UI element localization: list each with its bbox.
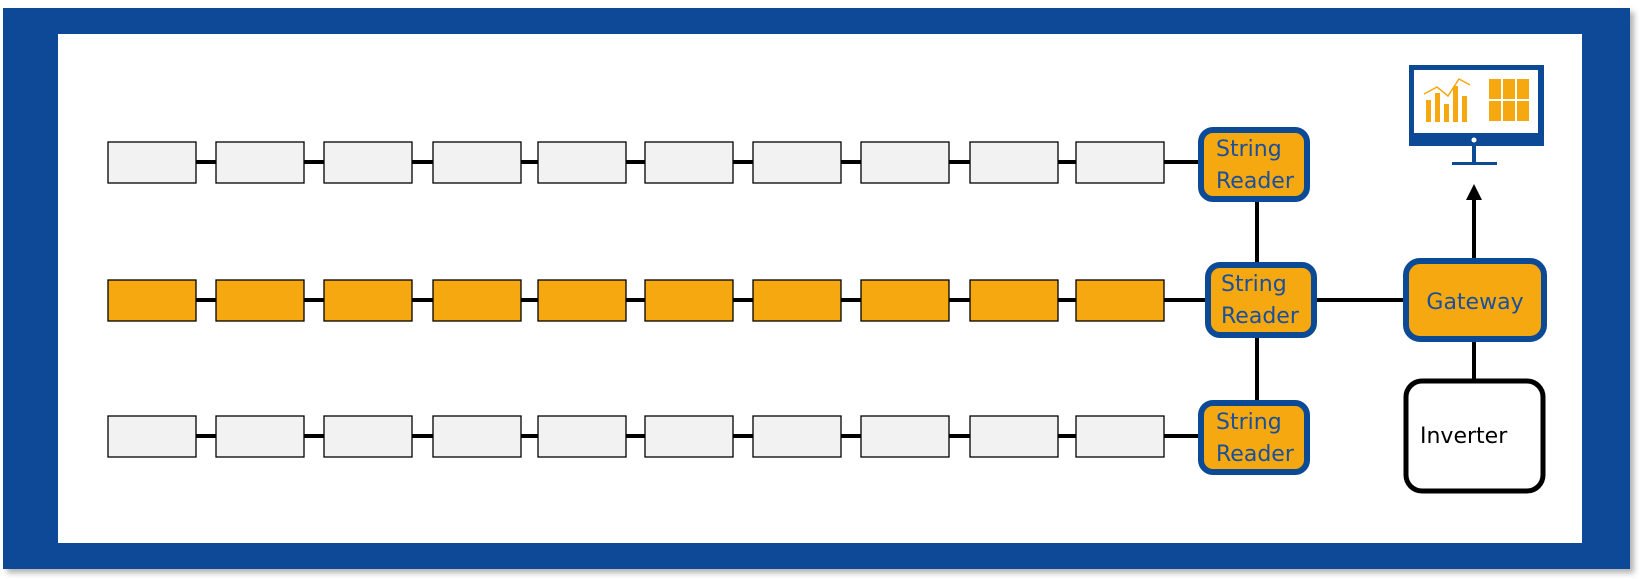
solar-module[interactable] [107,141,197,184]
solar-module[interactable] [215,279,305,322]
solar-module[interactable] [1075,141,1165,184]
string-reader-label-line1: String [1216,410,1282,435]
solar-module[interactable] [537,141,627,184]
solar-module[interactable] [969,141,1059,184]
solar-module[interactable] [752,415,842,458]
string-reader-bottom[interactable]: String Reader [1198,400,1310,475]
solar-module[interactable] [432,141,522,184]
string-reader-label-line2: Reader [1216,442,1295,467]
solar-module[interactable] [323,279,413,322]
solar-module[interactable] [107,279,197,322]
solar-module[interactable] [860,141,950,184]
string-row-1 [107,141,1201,184]
string-row-2 [107,279,1208,322]
string-row-3 [107,415,1201,458]
solar-module[interactable] [432,415,522,458]
solar-module[interactable] [969,415,1059,458]
gateway-label: Gateway [1426,290,1523,315]
inverter-box[interactable]: Inverter [1403,378,1546,494]
solar-module[interactable] [215,141,305,184]
solar-module[interactable] [537,415,627,458]
string-reader-middle[interactable]: String Reader [1205,262,1317,338]
string-reader-top[interactable]: String Reader [1198,127,1310,202]
string-reader-label-line2: Reader [1216,169,1295,194]
solar-module[interactable] [323,141,413,184]
solar-module[interactable] [644,141,734,184]
solar-module[interactable] [215,415,305,458]
string-reader-label-line2: Reader [1221,304,1300,329]
solar-module[interactable] [860,415,950,458]
solar-module[interactable] [644,415,734,458]
solar-module[interactable] [537,279,627,322]
solar-module[interactable] [323,415,413,458]
diagram: String Reader String Reader String Reade… [3,8,1630,569]
solar-module[interactable] [969,279,1059,322]
string-reader-label-line1: String [1216,137,1282,162]
solar-module[interactable] [752,141,842,184]
solar-module[interactable] [432,279,522,322]
solar-module[interactable] [1075,279,1165,322]
gateway-box[interactable]: Gateway [1403,258,1547,342]
string-reader-label-line1: String [1221,272,1287,297]
solar-module[interactable] [752,279,842,322]
inverter-label: Inverter [1420,424,1508,449]
solar-module[interactable] [1075,415,1165,458]
solar-module[interactable] [107,415,197,458]
solar-module[interactable] [644,279,734,322]
solar-module[interactable] [860,279,950,322]
